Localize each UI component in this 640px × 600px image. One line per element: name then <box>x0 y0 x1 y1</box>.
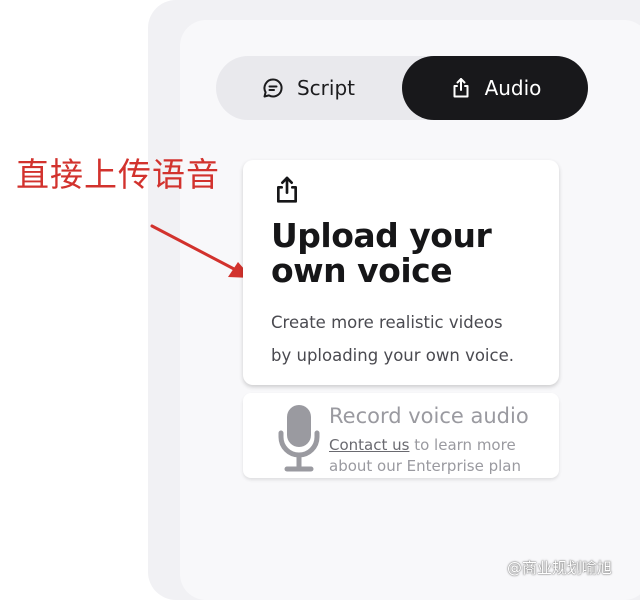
tab-script[interactable]: Script <box>216 56 400 120</box>
annotation-arrow <box>150 224 252 278</box>
watermark: @商业规划喻旭 <box>507 559 613 577</box>
contact-us-link[interactable]: Contact us <box>329 436 409 454</box>
tab-switcher: Script Audio <box>216 56 588 120</box>
tab-audio[interactable]: Audio <box>402 56 588 120</box>
upload-card-title: Upload your own voice <box>271 218 556 288</box>
tab-audio-label: Audio <box>484 76 542 100</box>
upload-desc-line-2: by uploading your own voice. <box>271 346 514 365</box>
upload-share-icon <box>271 174 303 210</box>
tab-script-label: Script <box>296 76 355 100</box>
annotation-text: 直接上传语音 <box>16 155 220 194</box>
record-card-title: Record voice audio <box>329 404 529 428</box>
upload-title-line-2: own voice <box>271 251 453 290</box>
microphone-icon <box>275 403 323 479</box>
record-voice-card[interactable]: Record voice audio Contact us to learn m… <box>243 393 559 478</box>
upload-title-line-1: Upload your <box>271 216 492 255</box>
record-card-description: Contact us to learn more about our Enter… <box>329 435 554 477</box>
upload-desc-line-1: Create more realistic videos <box>271 313 503 332</box>
chat-bubble-icon <box>261 76 285 100</box>
upload-card-description: Create more realistic videos by uploadin… <box>271 306 556 372</box>
upload-voice-card[interactable]: Upload your own voice Create more realis… <box>243 160 559 385</box>
upload-share-icon <box>449 76 473 100</box>
